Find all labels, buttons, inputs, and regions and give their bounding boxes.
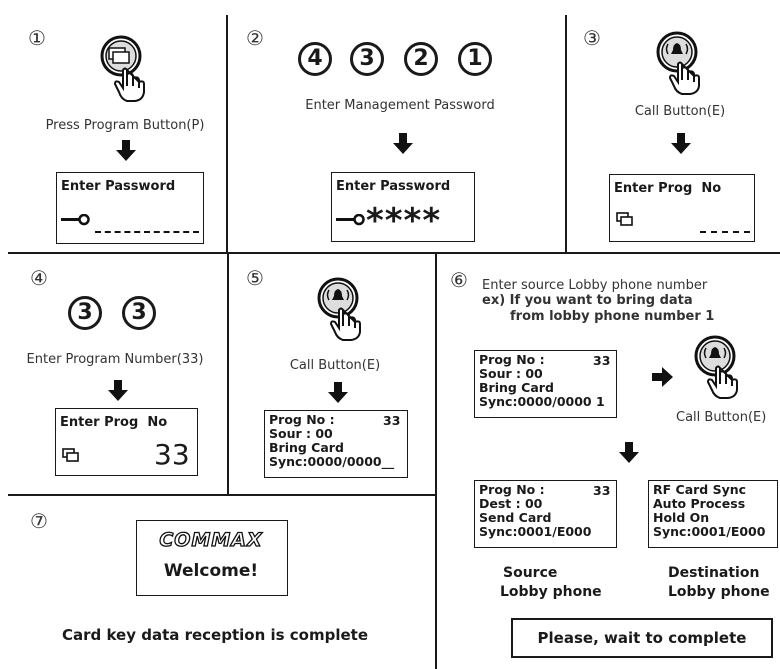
call-button-icon — [652, 30, 708, 96]
step-number: ⑤ — [246, 266, 264, 290]
divider — [227, 253, 229, 495]
step-caption: Call Button(E) — [634, 104, 726, 119]
divider — [565, 15, 567, 253]
lcd-line: Auto Process — [653, 496, 746, 511]
display-screen: Enter Prog No 33 — [55, 408, 198, 476]
step-number: ⑦ — [30, 509, 48, 533]
divider — [435, 253, 437, 669]
digit-key: 3 — [122, 296, 156, 330]
label-line: Lobby phone — [668, 584, 770, 600]
lcd-line: Bring Card — [269, 440, 344, 455]
lcd-line: Dest : 00 — [479, 496, 543, 511]
digit-key: 4 — [298, 42, 332, 76]
commax-logo: COMMAX — [159, 528, 263, 551]
lcd-line: Sync:0000/0000__ — [269, 454, 395, 469]
wait-message: Please, wait to complete — [537, 629, 747, 647]
digit-key: 1 — [458, 42, 492, 76]
lcd-line: Hold On — [653, 510, 710, 525]
lcd-line: Sync:0001/E000 — [479, 524, 592, 539]
lcd-screen: Prog No : Dest : 00 Send Card Sync:0001/… — [474, 480, 617, 548]
step-number: ② — [246, 26, 264, 50]
lcd-line: Sync:0001/E000 — [653, 524, 766, 539]
lcd-line: Bring Card — [479, 380, 554, 395]
divider — [226, 15, 228, 253]
step-caption: Card key data reception is complete — [61, 626, 368, 644]
lcd-line: RF Card Sync — [653, 482, 747, 497]
divider — [8, 252, 780, 254]
welcome-screen: COMMAX Welcome! — [136, 520, 288, 596]
program-icon — [62, 447, 80, 466]
call-button-icon — [690, 334, 746, 400]
step-number: ④ — [30, 266, 48, 290]
lcd-line: Sour : 00 — [269, 426, 333, 441]
step-caption: Enter Program Number(33) — [26, 352, 204, 367]
down-arrow-icon — [115, 140, 137, 166]
destination-label: Destination Lobby phone — [668, 564, 770, 602]
step-caption: Call Button(E) — [289, 358, 381, 373]
step-caption: Press Program Button(P) — [45, 118, 205, 133]
down-arrow-icon — [392, 133, 414, 159]
lcd-line: Sync:0000/0000 1 — [479, 394, 605, 409]
key-icon — [61, 211, 91, 230]
lcd-screen: Prog No : Sour : 00 Bring Card Sync:0000… — [264, 410, 408, 478]
down-arrow-icon — [327, 382, 349, 408]
program-icon — [616, 211, 634, 230]
password-blanks — [95, 229, 199, 233]
lcd-value: 33 — [383, 413, 401, 428]
call-button-icon — [313, 276, 369, 342]
divider — [8, 494, 436, 496]
step-caption: Call Button(E) — [676, 410, 767, 425]
lcd-line: Send Card — [479, 510, 552, 525]
screen-title: Enter Prog No — [60, 415, 168, 430]
wait-message-box: Please, wait to complete — [511, 618, 773, 658]
screen-title: Enter Password — [61, 179, 176, 194]
step-number: ③ — [583, 26, 601, 50]
digit-key: 3 — [68, 296, 102, 330]
display-screen: Enter Password **** — [331, 172, 475, 242]
step-caption: ex) If you want to bring data — [482, 293, 693, 308]
step-caption: from lobby phone number 1 — [510, 309, 715, 324]
lcd-line: Sour : 00 — [479, 366, 543, 381]
program-button-icon — [97, 34, 157, 104]
number-blanks — [700, 229, 750, 233]
welcome-text: Welcome! — [163, 561, 259, 581]
step-number: ① — [28, 26, 46, 50]
lcd-value: 33 — [593, 483, 611, 498]
label-line: Destination — [668, 565, 760, 581]
display-screen: Enter Password — [56, 172, 204, 244]
screen-title: Enter Password — [336, 179, 451, 194]
digit-key: 2 — [404, 42, 438, 76]
lcd-screen: RF Card Sync Auto Process Hold On Sync:0… — [648, 480, 778, 548]
source-label: Source Lobby phone — [500, 564, 602, 602]
program-number-value: 33 — [154, 438, 190, 471]
password-stars: **** — [366, 201, 442, 241]
step-number: ⑥ — [450, 268, 468, 292]
lcd-value: 33 — [593, 353, 611, 368]
screen-title: Enter Prog No — [614, 181, 722, 196]
down-arrow-icon — [670, 133, 692, 159]
label-line: Source — [503, 565, 558, 581]
down-arrow-icon — [107, 380, 129, 406]
right-arrow-icon — [652, 366, 674, 392]
key-icon — [336, 211, 366, 230]
down-arrow-icon — [618, 442, 640, 468]
display-screen: Enter Prog No — [609, 174, 755, 242]
step-caption: Enter source Lobby phone number — [482, 278, 708, 293]
lcd-screen: Prog No : Sour : 00 Bring Card Sync:0000… — [474, 350, 617, 418]
digit-key: 3 — [350, 42, 384, 76]
step-caption: Enter Management Password — [305, 98, 495, 113]
label-line: Lobby phone — [500, 584, 602, 600]
